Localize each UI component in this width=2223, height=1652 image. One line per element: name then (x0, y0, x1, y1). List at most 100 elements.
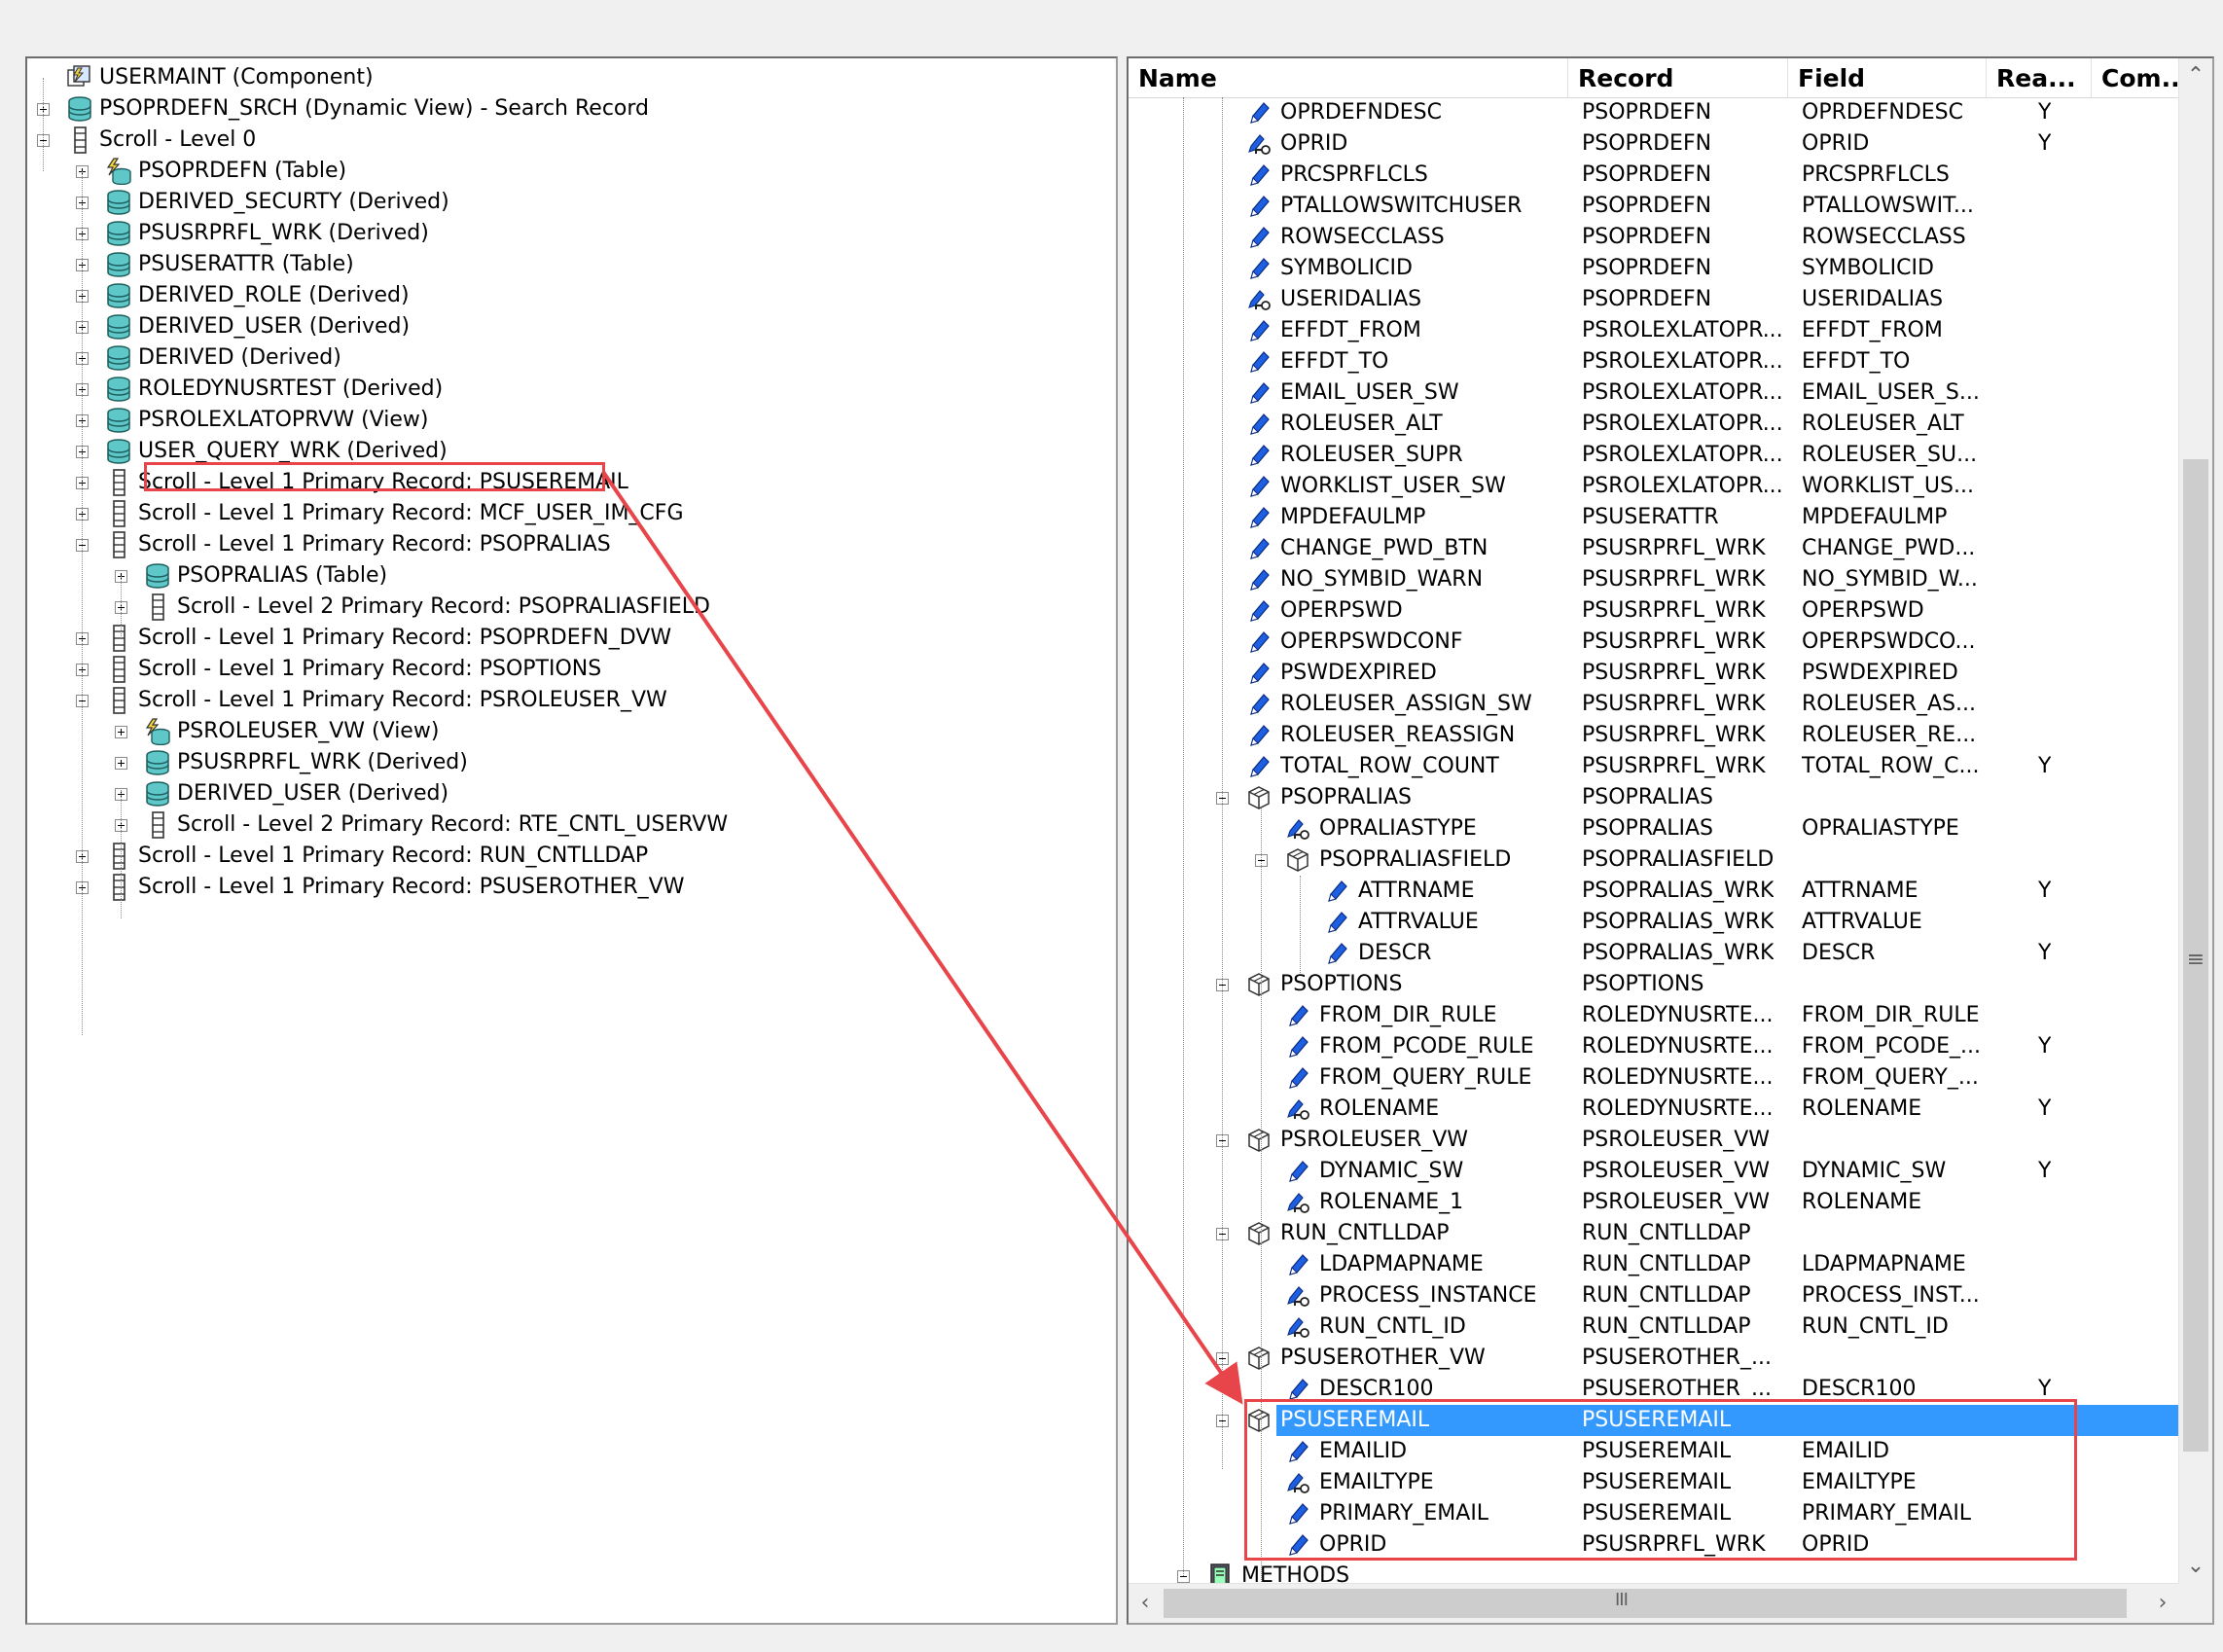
grid-row[interactable]: PSOPTIONS PSOPTIONS (1129, 969, 2179, 1000)
grid-row[interactable]: FROM_DIR_RULE ROLEDYNUSRTE... FROM_DIR_RUL… (1129, 1000, 2179, 1031)
grid-row[interactable]: OPRDEFNDESC PSOPRDEFN OPRDEFNDESC Y (1129, 97, 2179, 128)
tree-node[interactable]: PSOPRDEFN (Table) (27, 156, 1097, 187)
grid-cell-name: ATTRVALUE (1358, 910, 1479, 934)
field-grid-pane[interactable]: Name Record Field Rea... Com.. OPRDEFNDESC PS… (1127, 56, 2214, 1625)
grid-cell-record: RUN_CNTLLDAP (1582, 1283, 1751, 1308)
grid-cell-record: PSOPRALIAS (1582, 785, 1714, 809)
tree-node[interactable]: Scroll - Level 1 Primary Record: PSOPRDE… (27, 623, 1097, 654)
tree-node[interactable]: PSOPRALIAS (Table) (27, 560, 1097, 592)
grid-row[interactable]: ROLEUSER_REASSIGN PSUSRPRFL_WRK ROLEUSER_R… (1129, 720, 2179, 751)
vertical-scrollbar[interactable]: ⌃ ≡ ⌄ (2178, 58, 2212, 1584)
tree-node[interactable]: Scroll - Level 1 Primary Record: PSUSERO… (27, 872, 1097, 903)
tree-node[interactable]: Scroll - Level 1 Primary Record: RUN_CNT… (27, 841, 1097, 872)
grid-row[interactable]: PRCSPRFLCLS PSOPRDEFN PRCSPRFLCLS (1129, 160, 2179, 191)
grid-row[interactable]: ROLEUSER_SUPR PSROLEXLATOPR... ROLEUSER_SU… (1129, 440, 2179, 471)
column-header-com[interactable]: Com.. (2092, 58, 2179, 97)
column-header-record[interactable]: Record (1568, 58, 1788, 97)
grid-row[interactable]: EFFDT_TO PSROLEXLATOPR... EFFDT_TO (1129, 346, 2179, 377)
grid-row[interactable]: PSUSEROTHER_VW PSUSEROTHER_... (1129, 1343, 2179, 1374)
grid-cell-name: PSUSEROTHER_VW (1280, 1346, 1486, 1370)
grid-row[interactable]: SYMBOLICID PSOPRDEFN SYMBOLICID (1129, 253, 2179, 284)
scroll-down-button[interactable]: ⌄ (2179, 1549, 2212, 1584)
grid-row[interactable]: NO_SYMBID_WARN PSUSRPRFL_WRK NO_SYMBID_W..… (1129, 564, 2179, 595)
tree-node[interactable]: DERIVED_SECURTY (Derived) (27, 187, 1097, 218)
tree-node[interactable]: Scroll - Level 2 Primary Record: PSOPRAL… (27, 592, 1097, 623)
record-box-icon (1284, 846, 1311, 874)
grid-row[interactable]: ROLENAME ROLEDYNUSRTE... ROLENAME Y (1129, 1094, 2179, 1125)
tree-node[interactable]: DERIVED_USER (Derived) (27, 778, 1097, 809)
tree-node[interactable]: Scroll - Level 1 Primary Record: MCF_USE… (27, 498, 1097, 529)
tree-node[interactable]: DERIVED (Derived) (27, 342, 1097, 374)
tree-node[interactable]: DERIVED_USER (Derived) (27, 311, 1097, 342)
grid-row[interactable]: PSWDEXPIRED PSUSRPRFL_WRK PSWDEXPIRED (1129, 658, 2179, 689)
tree-node[interactable]: PSUSRPRFL_WRK (Derived) (27, 218, 1097, 249)
tree-node[interactable]: DERIVED_ROLE (Derived) (27, 280, 1097, 311)
grid-row[interactable]: OPERPSWDCONF PSUSRPRFL_WRK OPERPSWDCO... (1129, 627, 2179, 658)
grid-row[interactable]: ROLENAME_1 PSROLEUSER_VW ROLENAME (1129, 1187, 2179, 1218)
grid-row[interactable]: PROCESS_INSTANCE RUN_CNTLLDAP PROCESS_INST… (1129, 1280, 2179, 1311)
tree-node[interactable]: PSUSRPRFL_WRK (Derived) (27, 747, 1097, 778)
grid-cell-field: DESCR (1802, 941, 1876, 965)
tree-node[interactable]: Scroll - Level 1 Primary Record: PSOPRAL… (27, 529, 1097, 560)
scroll-left-button[interactable]: ‹ (1129, 1586, 1162, 1621)
field-icon (1245, 660, 1273, 687)
grid-row[interactable]: OPRID PSOPRDEFN OPRID Y (1129, 128, 2179, 160)
horizontal-scrollbar[interactable]: ‹ III › (1129, 1583, 2179, 1623)
grid-cell-field: PROCESS_INST... (1802, 1283, 1980, 1308)
tree-node[interactable]: Scroll - Level 0 (27, 125, 1097, 156)
grid-row[interactable]: MPDEFAULMP PSUSERATTR MPDEFAULMP (1129, 502, 2179, 533)
tree-node[interactable]: Scroll - Level 1 Primary Record: PSROLEU… (27, 685, 1097, 716)
tree-node[interactable]: Scroll - Level 2 Primary Record: RTE_CNT… (27, 809, 1097, 841)
hscrollbar-thumb[interactable] (1164, 1589, 2127, 1618)
grid-row[interactable]: CHANGE_PWD_BTN PSUSRPRFL_WRK CHANGE_PWD... (1129, 533, 2179, 564)
expand-icon[interactable] (115, 726, 127, 738)
grid-cell-record: PSOPRALIAS (1582, 816, 1714, 841)
grid-row[interactable]: FROM_QUERY_RULE ROLEDYNUSRTE... FROM_QUERY… (1129, 1062, 2179, 1094)
grid-row[interactable]: RUN_CNTL_ID RUN_CNTLLDAP RUN_CNTL_ID (1129, 1311, 2179, 1343)
grid-row[interactable]: LDAPMAPNAME RUN_CNTLLDAP LDAPMAPNAME (1129, 1249, 2179, 1280)
record-db-icon (105, 251, 132, 278)
grid-row[interactable]: ROLEUSER_ALT PSROLEXLATOPR... ROLEUSER_ALT (1129, 409, 2179, 440)
grid-cell-record: RUN_CNTLLDAP (1582, 1221, 1751, 1245)
grid-row[interactable]: ATTRVALUE PSOPRALIAS_WRK ATTRVALUE (1129, 907, 2179, 938)
grid-row[interactable]: PSROLEUSER_VW PSROLEUSER_VW (1129, 1125, 2179, 1156)
field-icon (1245, 473, 1273, 500)
column-header-rea[interactable]: Rea... (1987, 58, 2092, 97)
tree-node[interactable]: PSUSERATTR (Table) (27, 249, 1097, 280)
scroll-right-button[interactable]: › (2146, 1586, 2179, 1621)
grid-row[interactable]: ROLEUSER_ASSIGN_SW PSUSRPRFL_WRK ROLEUSER_… (1129, 689, 2179, 720)
grid-row[interactable]: PSOPRALIAS PSOPRALIAS (1129, 782, 2179, 813)
component-tree-pane[interactable]: USERMAINT (Component) PSOPRDEFN_SRCH (Dy… (25, 56, 1118, 1625)
grid-row[interactable]: DYNAMIC_SW PSROLEUSER_VW DYNAMIC_SW Y (1129, 1156, 2179, 1187)
grid-row[interactable]: PTALLOWSWITCHUSER PSOPRDEFN PTALLOWSWIT... (1129, 191, 2179, 222)
expand-icon[interactable] (115, 757, 127, 770)
tree-node[interactable]: PSOPRDEFN_SRCH (Dynamic View) - Search R… (27, 93, 1097, 125)
grid-row[interactable]: RUN_CNTLLDAP RUN_CNTLLDAP (1129, 1218, 2179, 1249)
grid-cell-record: PSOPRALIAS_WRK (1582, 910, 1775, 934)
grid-cell-field: ATTRNAME (1802, 879, 1918, 903)
scroll-up-button[interactable]: ⌃ (2179, 58, 2212, 93)
grid-row[interactable]: TOTAL_ROW_COUNT PSUSRPRFL_WRK TOTAL_ROW_C.… (1129, 751, 2179, 782)
grid-row[interactable]: PSOPRALIASFIELD PSOPRALIASFIELD (1129, 844, 2179, 876)
grid-cell-field: EFFDT_TO (1802, 349, 1911, 374)
column-header-name[interactable]: Name (1129, 58, 1568, 97)
tree-node[interactable]: ROLEDYNUSRTEST (Derived) (27, 374, 1097, 405)
grid-row[interactable]: OPRALIASTYPE PSOPRALIAS OPRALIASTYPE (1129, 813, 2179, 844)
grid-row[interactable]: EFFDT_FROM PSROLEXLATOPR... EFFDT_FROM (1129, 315, 2179, 346)
grid-row[interactable]: ROWSECCLASS PSOPRDEFN ROWSECCLASS (1129, 222, 2179, 253)
scroll-icon (66, 126, 93, 154)
grid-row[interactable]: OPERPSWD PSUSRPRFL_WRK OPERPSWD (1129, 595, 2179, 627)
record-box-icon (1245, 1127, 1273, 1154)
tree-node[interactable]: USERMAINT (Component) (27, 62, 1097, 93)
grid-row[interactable]: USERIDALIAS PSOPRDEFN USERIDALIAS (1129, 284, 2179, 315)
tree-node[interactable]: Scroll - Level 1 Primary Record: PSOPTIO… (27, 654, 1097, 685)
grid-row[interactable]: FROM_PCODE_RULE ROLEDYNUSRTE... FROM_PCODE… (1129, 1031, 2179, 1062)
grid-row[interactable]: EMAIL_USER_SW PSROLEXLATOPR... EMAIL_USER_… (1129, 377, 2179, 409)
grid-row[interactable]: DESCR PSOPRALIAS_WRK DESCR Y (1129, 938, 2179, 969)
tree-node[interactable]: PSROLEXLATOPRVW (View) (27, 405, 1097, 436)
scroll-icon (144, 593, 171, 621)
grid-row[interactable]: ATTRNAME PSOPRALIAS_WRK ATTRNAME Y (1129, 876, 2179, 907)
grid-row[interactable]: WORKLIST_USER_SW PSROLEXLATOPR... WORKLIST… (1129, 471, 2179, 502)
column-header-field[interactable]: Field (1788, 58, 1987, 97)
tree-node[interactable]: PSROLEUSER_VW (View) (27, 716, 1097, 747)
